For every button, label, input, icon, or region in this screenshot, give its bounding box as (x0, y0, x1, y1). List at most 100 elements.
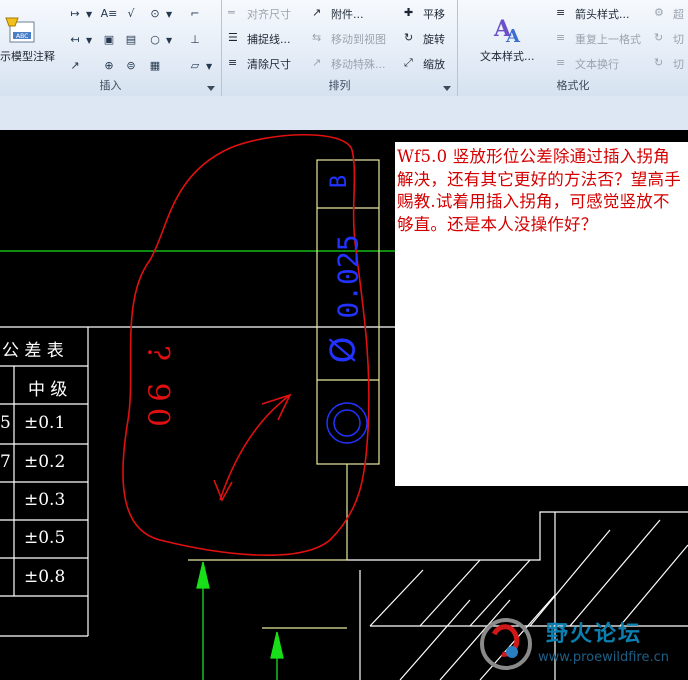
tolerance-value-5: ±0.8 (24, 567, 66, 587)
question-note-text: Wf5.0 竖放形位公差除通过插入拐角解决，还有其它更好的方法否？望高手赐教.试… (397, 147, 681, 234)
tolerance-value-1: ±0.1 (24, 413, 66, 433)
parallelogram-icon[interactable]: ▱ (186, 56, 204, 74)
watermark-logo-icon (480, 618, 532, 670)
concentricity-symbol-inner (333, 409, 361, 437)
arrange-group-label: 排列 (328, 79, 351, 92)
question-note: Wf5.0 竖放形位公差除通过插入拐角解决，还有其它更好的方法否？望高手赐教.试… (395, 142, 688, 486)
ref-dimension-dropdown-icon[interactable]: ▼ (86, 36, 92, 45)
show-model-annotation-label: 示模型注释 (0, 50, 55, 63)
tolerance-table-title: 公 差 表 (2, 341, 64, 361)
insert-group: ABC 示模型注释 ↦ ▼ A≡ √ ⊙ ▼ ⌐ ↤ ▼ ▣ ▤ ○ ▼ ⊥ ↗… (0, 0, 222, 96)
model-annotation-icon: ABC (5, 17, 35, 43)
attachment-button[interactable]: ↗ 附件... (312, 3, 364, 25)
scale-button[interactable]: ⤢ 缩放 (404, 53, 445, 75)
text-wrap-icon: ≡ (556, 56, 566, 69)
repeat-last-format-label: 重复上一格式 (575, 33, 641, 46)
gtol-dropdown-icon[interactable]: ▼ (166, 10, 172, 19)
canvas-top-margin (0, 96, 688, 130)
toggle-icon-1: ↻ (654, 31, 664, 44)
tolerance-row-1-prefix: 5 (0, 413, 11, 433)
table-icon[interactable]: ▦ (146, 56, 164, 74)
clean-dimension-icon: ≡ (228, 56, 238, 69)
forum-watermark: 野火论坛 www.proewildfire.cn (478, 612, 683, 676)
watermark-title: 野火论坛 (546, 622, 643, 647)
text-wrap-label: 文本换行 (575, 58, 619, 71)
insert-group-label: 插入 (99, 79, 122, 92)
toggle-button-2[interactable]: ↻ 切 (654, 53, 684, 75)
parallelogram-dropdown-icon[interactable]: ▼ (206, 62, 212, 71)
ordinate-icon[interactable]: ⌐ (186, 4, 204, 22)
snap-line-icon: ☰ (228, 31, 238, 44)
align-dimension-button[interactable]: ═ 对齐尺寸 (228, 3, 291, 25)
insert-group-launcher-icon[interactable] (207, 86, 215, 91)
toggle-icon-2: ↻ (654, 56, 664, 69)
balloon-dropdown-icon[interactable]: ▼ (166, 36, 172, 45)
symbol-icon[interactable]: ▤ (122, 30, 140, 48)
text-wrap-button[interactable]: ≡ 文本换行 (556, 53, 619, 75)
arrange-group-launcher-icon[interactable] (443, 86, 451, 91)
move-to-view-icon: ⇆ (312, 31, 322, 44)
tolerance-value-3: ±0.3 (24, 490, 66, 510)
note-text-icon[interactable]: A≡ (100, 4, 118, 22)
dimension-icon[interactable]: ↦ (66, 4, 84, 22)
rotate-label: 旋转 (423, 33, 445, 46)
text-style-label: 文本样式... (480, 50, 535, 63)
move-special-button[interactable]: ↗ 移动特殊... (312, 53, 386, 75)
pan-icon: ✚ (404, 6, 414, 19)
balloon-icon[interactable]: ○ (146, 30, 164, 48)
move-to-view-button[interactable]: ⇆ 移动到视图 (312, 28, 386, 50)
hyperlink-label: 超 (673, 8, 684, 21)
text-style-icon: A A (493, 16, 521, 44)
gtol-value-text: 0.025 (331, 234, 365, 319)
hyperlink-icon: ⚙ (654, 6, 664, 19)
show-model-annotation-button[interactable]: ABC 示模型注释 (0, 8, 62, 72)
toggle-label-2: 切 (673, 58, 684, 71)
rotate-button[interactable]: ↻ 旋转 (404, 28, 445, 50)
repeat-format-icon: ≡ (556, 31, 566, 44)
tolerance-table-grid (0, 327, 89, 637)
axis-icon[interactable]: ⊜ (122, 56, 140, 74)
arrow-style-icon: ≡ (556, 6, 566, 19)
dimension-dropdown-icon[interactable]: ▼ (86, 10, 92, 19)
move-to-view-label: 移动到视图 (331, 33, 386, 46)
format-group-label: 格式化 (556, 79, 590, 92)
leader-icon[interactable]: ↗ (66, 56, 84, 74)
svg-text:A: A (505, 26, 521, 44)
pan-button[interactable]: ✚ 平移 (404, 3, 445, 25)
snap-line-label: 捕捉线... (247, 33, 291, 46)
ref-dimension-icon[interactable]: ↤ (66, 30, 84, 48)
snap-line-button[interactable]: ☰ 捕捉线... (228, 28, 291, 50)
pan-label: 平移 (423, 8, 445, 21)
gtol-diameter-symbol: Ø (323, 336, 364, 364)
arrange-group: ═ 对齐尺寸 ↗ 附件... ✚ 平移 ☰ 捕捉线... ⇆ 移动到视图 ↻ 旋… (222, 0, 458, 96)
align-dimension-icon: ═ (228, 6, 235, 19)
surface-finish-icon[interactable]: √ (122, 4, 140, 22)
clean-dimension-label: 清除尺寸 (247, 58, 291, 71)
tolerance-row-2-prefix: 7 (0, 452, 11, 472)
toggle-label-1: 切 (673, 33, 684, 46)
scale-label: 缩放 (423, 58, 445, 71)
cross-icon[interactable]: ⊥ (186, 30, 204, 48)
clean-dimension-button[interactable]: ≡ 清除尺寸 (228, 53, 291, 75)
tolerance-value-2: ±0.2 (24, 452, 66, 472)
green-dimension-arrows (196, 561, 284, 680)
hyperlink-button[interactable]: ⚙ 超 (654, 3, 684, 25)
gtol-icon[interactable]: ⊙ (146, 4, 164, 22)
scale-icon: ⤢ (404, 56, 413, 69)
tolerance-table-column-header: 中 级 (28, 380, 68, 400)
move-special-icon: ↗ (312, 56, 322, 69)
arrow-style-button[interactable]: ≡ 箭头样式... (556, 3, 630, 25)
coordinate-icon[interactable]: ⊕ (100, 56, 118, 74)
attachment-icon: ↗ (312, 6, 322, 19)
arrow-style-label: 箭头样式... (575, 8, 630, 21)
format-group: A A 文本样式... ≡ 箭头样式... ≡ 重复上一格式 ≡ 文本换行 ⚙ … (458, 0, 688, 96)
move-special-label: 移动特殊... (331, 58, 386, 71)
align-dimension-label: 对齐尺寸 (247, 8, 291, 21)
repeat-last-format-button[interactable]: ≡ 重复上一格式 (556, 28, 641, 50)
ribbon-toolbar: ABC 示模型注释 ↦ ▼ A≡ √ ⊙ ▼ ⌐ ↤ ▼ ▣ ▤ ○ ▼ ⊥ ↗… (0, 0, 688, 97)
attachment-label: 附件... (331, 8, 364, 21)
rotate-icon: ↻ (404, 31, 414, 44)
text-style-button[interactable]: A A 文本样式... (464, 8, 554, 72)
toggle-button-1[interactable]: ↻ 切 (654, 28, 684, 50)
datum-icon[interactable]: ▣ (100, 30, 118, 48)
